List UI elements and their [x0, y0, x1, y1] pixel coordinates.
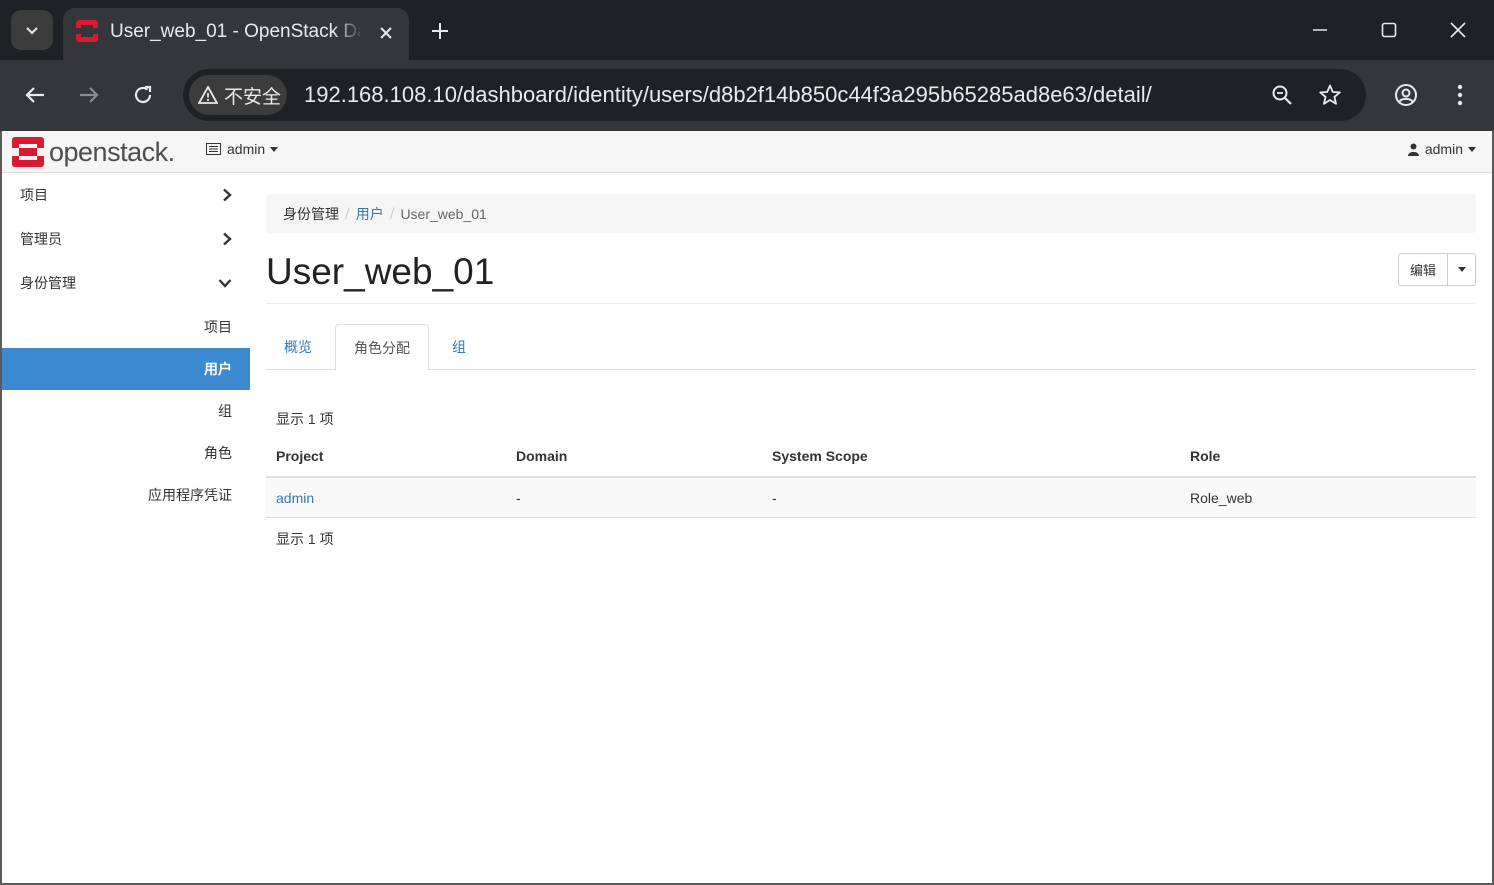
breadcrumb-current: User_web_01	[400, 205, 487, 222]
sidebar-item-label: 项目	[20, 188, 48, 204]
tab-search-button[interactable]	[11, 10, 53, 50]
item-count-bottom: 显示 1 项	[276, 531, 334, 547]
star-icon	[1319, 84, 1341, 105]
breadcrumb-users-link[interactable]: 用户	[356, 204, 384, 224]
sidebar-subitem-roles[interactable]: 角色	[2, 432, 250, 474]
column-header-role[interactable]: Role	[1190, 448, 1220, 464]
url-text[interactable]: 192.168.108.10/dashboard/identity/users/…	[304, 81, 1152, 109]
sidebar-subitem-app-credentials[interactable]: 应用程序凭证	[2, 474, 250, 516]
browser-menu-button[interactable]	[1442, 77, 1478, 113]
browser-tab[interactable]: User_web_01 - OpenStack Dashboard	[63, 8, 409, 60]
cell-system-scope: -	[772, 490, 777, 506]
sidebar-item-project[interactable]: 项目	[2, 173, 250, 217]
cell-project-link[interactable]: admin	[276, 490, 314, 506]
role-assignments-table: Project Domain System Scope Role admin -…	[266, 436, 1476, 518]
column-header-domain[interactable]: Domain	[516, 448, 567, 464]
maximize-button[interactable]	[1369, 12, 1409, 48]
more-vertical-icon	[1457, 84, 1463, 106]
table-header: Project Domain System Scope Role	[266, 436, 1476, 478]
tab-strip: User_web_01 - OpenStack Dashboard	[0, 0, 1494, 60]
sidebar-item-identity[interactable]: 身份管理	[2, 261, 250, 305]
openstack-logo-icon	[12, 137, 44, 167]
sidebar: 项目 管理员 身份管理 项目 用户 组 角色 应用程序凭证	[2, 174, 250, 883]
reload-icon	[134, 85, 152, 104]
tab-close-button[interactable]	[373, 20, 399, 46]
page: openstack. admin admin 项目 管理员 身份管理 项目 用户…	[2, 131, 1492, 883]
sidebar-item-label: 管理员	[20, 232, 62, 248]
plus-icon	[432, 23, 448, 39]
sidebar-subitem-groups[interactable]: 组	[2, 390, 250, 432]
security-indicator[interactable]: 不安全	[189, 75, 287, 115]
chevron-right-icon	[223, 188, 232, 202]
browser-chrome: User_web_01 - OpenStack Dashboard	[0, 0, 1494, 131]
column-header-system-scope[interactable]: System Scope	[772, 448, 868, 464]
reload-button[interactable]	[125, 77, 161, 113]
zoom-icon	[1272, 85, 1292, 105]
zoom-button[interactable]	[1266, 79, 1298, 111]
chevron-down-icon	[218, 279, 232, 288]
cell-role: Role_web	[1190, 490, 1253, 506]
detail-tabs: 概览 角色分配 组	[266, 324, 1476, 371]
new-tab-button[interactable]	[425, 16, 455, 46]
arrow-right-icon	[80, 87, 99, 103]
account-icon	[1395, 84, 1417, 106]
tab-title: User_web_01 - OpenStack Dashboard	[110, 21, 360, 42]
openstack-favicon-icon	[76, 20, 98, 42]
item-count-top: 显示 1 项	[276, 411, 334, 427]
breadcrumb-root: 身份管理	[283, 206, 339, 223]
openstack-logo[interactable]: openstack.	[12, 135, 175, 169]
column-header-project[interactable]: Project	[276, 448, 323, 464]
tab-groups[interactable]: 组	[434, 324, 484, 370]
close-icon	[380, 27, 392, 39]
caret-down-icon	[1468, 146, 1476, 152]
project-selector[interactable]: admin	[206, 141, 279, 157]
breadcrumb: 身份管理 / 用户 / User_web_01	[266, 194, 1476, 233]
cell-domain: -	[516, 490, 521, 506]
minimize-button[interactable]	[1300, 12, 1340, 48]
sidebar-item-label: 身份管理	[20, 276, 76, 292]
chevron-right-icon	[223, 232, 232, 246]
project-selector-label: admin	[227, 141, 266, 157]
actions-button-group: 编辑	[1398, 253, 1477, 286]
browser-toolbar: 不安全 192.168.108.10/dashboard/identity/us…	[0, 60, 1494, 131]
user-menu[interactable]: admin	[1407, 141, 1476, 157]
minimize-icon	[1313, 29, 1327, 31]
maximize-icon	[1381, 22, 1397, 38]
security-label: 不安全	[224, 85, 282, 108]
user-icon	[1407, 143, 1419, 156]
top-navbar: openstack. admin admin	[2, 131, 1492, 173]
close-icon	[1450, 22, 1466, 38]
caret-down-icon	[1457, 267, 1466, 272]
bookmark-button[interactable]	[1314, 79, 1346, 111]
caret-down-icon	[270, 146, 279, 152]
project-list-icon	[206, 143, 221, 155]
table-row: admin - - Role_web	[266, 478, 1476, 518]
user-menu-label: admin	[1424, 141, 1463, 157]
page-title: User_web_01	[266, 251, 495, 292]
forward-button[interactable]	[71, 77, 107, 113]
warning-icon	[198, 86, 218, 104]
edit-button[interactable]: 编辑	[1398, 253, 1449, 286]
logo-text: openstack.	[49, 136, 175, 167]
sidebar-subitem-projects[interactable]: 项目	[2, 306, 250, 348]
chevron-down-icon	[26, 27, 38, 35]
arrow-left-icon	[25, 87, 44, 103]
profile-button[interactable]	[1388, 77, 1424, 113]
sidebar-item-admin[interactable]: 管理员	[2, 217, 250, 261]
actions-dropdown-button[interactable]	[1448, 253, 1477, 286]
address-bar[interactable]: 不安全 192.168.108.10/dashboard/identity/us…	[183, 69, 1366, 121]
tab-overview[interactable]: 概览	[266, 324, 330, 370]
back-button[interactable]	[17, 77, 53, 113]
tab-role-assignments[interactable]: 角色分配	[335, 324, 429, 371]
sidebar-subitem-users[interactable]: 用户	[2, 348, 250, 390]
window-close-button[interactable]	[1438, 12, 1478, 48]
